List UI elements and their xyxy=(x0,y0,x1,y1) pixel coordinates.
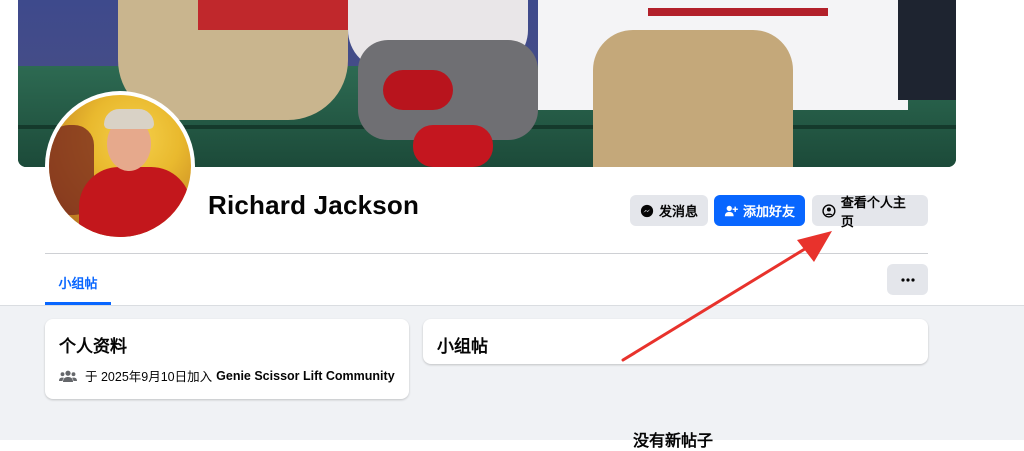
profile-circle-icon xyxy=(822,203,836,218)
joined-info: 于 2025年9月10日加入 Genie Scissor Lift Commun… xyxy=(59,366,395,385)
tab-group-posts-label: 小组帖 xyxy=(58,276,98,291)
more-options-button[interactable] xyxy=(887,264,928,295)
add-friend-button-label: 添加好友 xyxy=(743,204,796,219)
group-name-link[interactable]: Genie Scissor Lift Community xyxy=(216,369,395,383)
more-dots-icon xyxy=(900,277,915,282)
add-friend-button[interactable]: 添加好友 xyxy=(714,195,805,226)
avatar[interactable] xyxy=(45,91,195,241)
joined-date: 于 2025年9月10日加入 xyxy=(85,370,213,384)
posts-card-title: 小组帖 xyxy=(437,337,488,356)
profile-name: Richard Jackson xyxy=(208,190,420,220)
view-profile-button[interactable]: 查看个人主页 xyxy=(812,195,928,229)
posts-card: 小组帖 xyxy=(423,319,928,364)
about-card: 个人资料 于 2025年9月10日加入 Genie Scissor Lift C… xyxy=(45,319,409,399)
message-button[interactable]: 发消息 xyxy=(630,195,708,226)
about-card-title: 个人资料 xyxy=(59,337,127,356)
header-divider xyxy=(45,253,928,254)
message-button-label: 发消息 xyxy=(659,204,699,219)
view-profile-button-label: 查看个人主页 xyxy=(840,194,906,229)
add-friend-icon xyxy=(724,205,738,216)
avatar-photo xyxy=(49,95,191,237)
tab-group-posts[interactable]: 小组帖 xyxy=(45,263,111,305)
messenger-icon xyxy=(640,204,654,217)
group-icon xyxy=(59,370,77,382)
no-posts-message: 没有新帖子 xyxy=(633,433,714,450)
